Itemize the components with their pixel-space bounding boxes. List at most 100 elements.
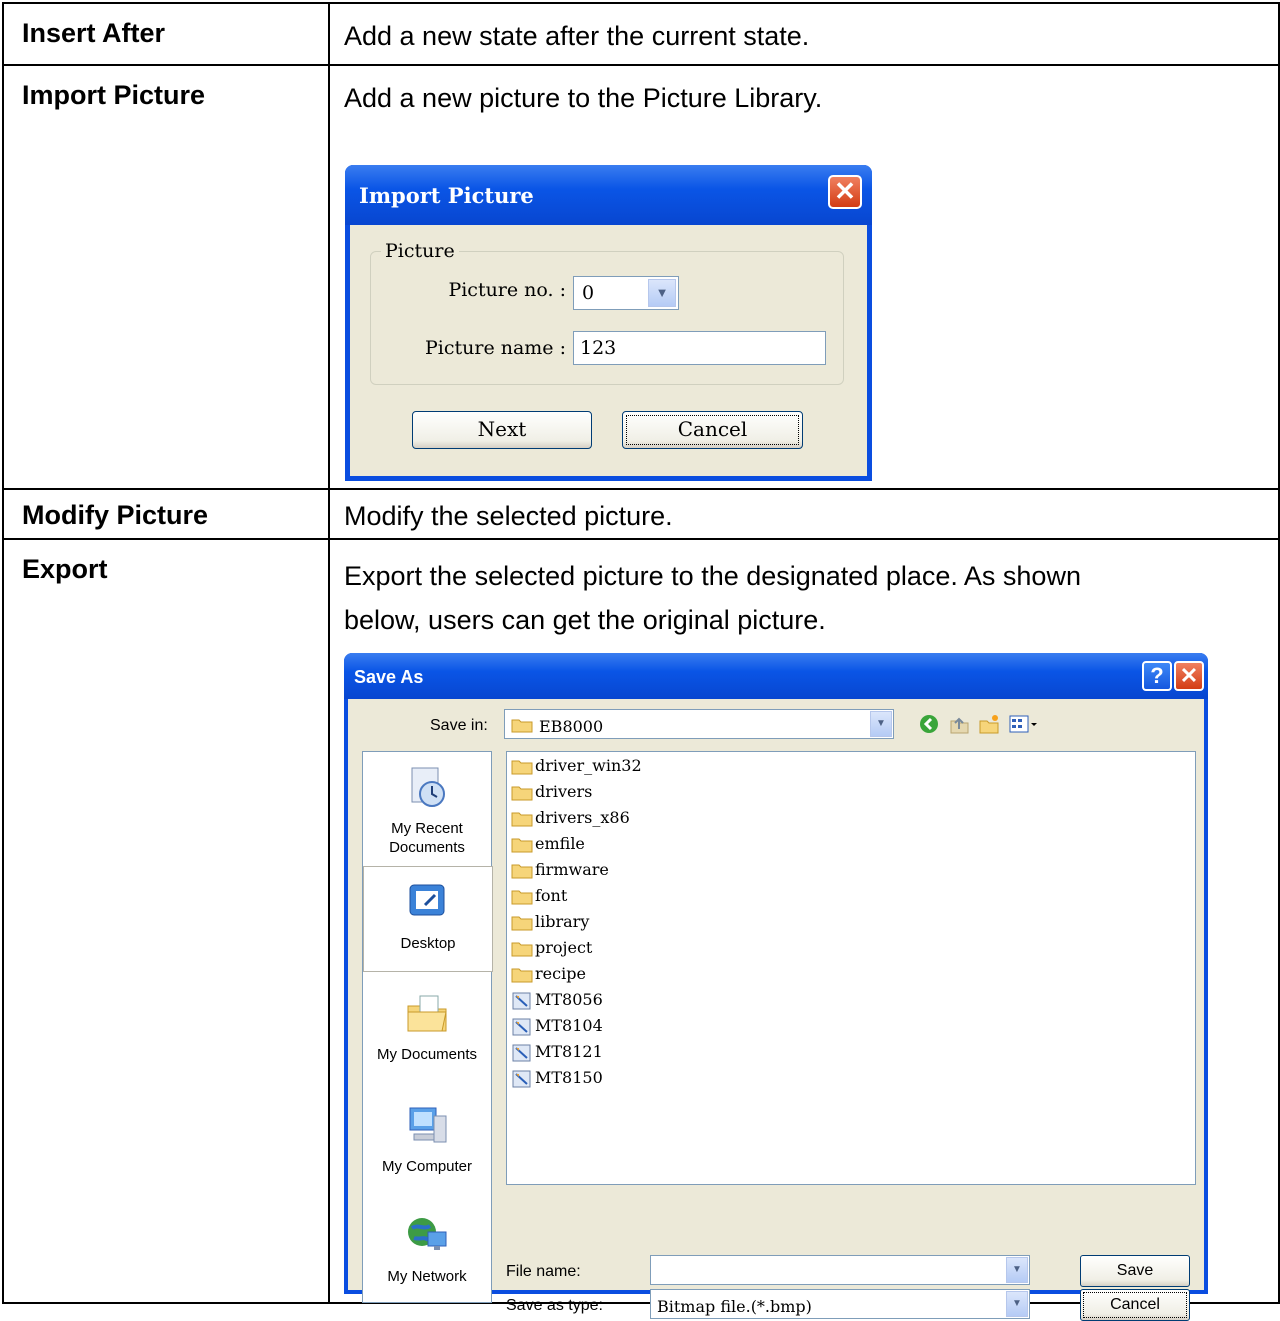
file-icon — [512, 1070, 531, 1087]
list-item[interactable]: recipe — [511, 962, 586, 988]
folder-icon — [511, 719, 533, 733]
list-item[interactable]: MT8121 — [511, 1040, 603, 1066]
close-icon[interactable]: ✕ — [1174, 661, 1204, 691]
file-icon — [512, 1044, 531, 1061]
file-name-text: firmware — [535, 860, 609, 879]
my-computer-icon — [409, 1107, 447, 1143]
desc-cell: Modify the selected picture. — [328, 488, 1280, 540]
file-name-label: File name: — [506, 1263, 581, 1280]
folder-icon — [511, 864, 533, 878]
file-list[interactable]: driver_win32drivers drivers_x86emfile firm… — [506, 751, 1196, 1185]
chevron-down-icon[interactable]: ▼ — [648, 279, 676, 307]
next-button[interactable]: Next — [412, 411, 592, 449]
folder-icon — [511, 890, 533, 904]
file-icon — [512, 1018, 531, 1035]
desktop-icon — [409, 884, 445, 916]
desc-text: Modify the selected picture. — [344, 501, 673, 531]
save-in-value: EB8000 — [539, 717, 604, 736]
place-label: Desktop — [400, 935, 456, 952]
list-item[interactable]: MT8150 — [511, 1066, 603, 1092]
table-row: Insert After Add a new state after the c… — [2, 2, 1280, 66]
folder-icon — [511, 942, 533, 956]
folder-icon — [511, 838, 533, 852]
place-my-documents[interactable]: My Documents — [363, 978, 491, 1082]
folder-icon — [511, 968, 533, 982]
new-folder-icon[interactable] — [978, 713, 1000, 735]
up-folder-icon[interactable] — [948, 713, 970, 735]
folder-icon — [511, 812, 533, 826]
desc-text: Add a new picture to the Picture Library… — [344, 83, 823, 113]
picture-name-value: 123 — [580, 337, 617, 359]
chevron-down-icon[interactable]: ▼ — [1006, 1257, 1028, 1283]
list-item[interactable]: MT8104 — [511, 1014, 603, 1040]
dialog-body: Save in: EB8000 ▼ My Recent Documents De… — [348, 699, 1204, 1321]
save-as-dialog: Save As ? ✕ Save in: EB8000 ▼ My Recent … — [344, 653, 1208, 1321]
list-item[interactable]: project — [511, 936, 592, 962]
file-name-text: project — [535, 938, 593, 957]
my-network-icon — [408, 1218, 447, 1250]
save-in-label: Save in: — [430, 717, 488, 734]
desc-text: Add a new state after the current state. — [344, 21, 810, 51]
place-label: My Recent Documents — [389, 820, 465, 856]
save-as-type-value: Bitmap file.(*.bmp) — [657, 1297, 812, 1316]
place-label: My Computer — [381, 1158, 473, 1175]
file-name-text: driver_win32 — [535, 756, 642, 775]
picture-no-label: Picture no. : — [448, 279, 566, 301]
places-bar: My Recent Documents Desktop My Documents… — [362, 751, 493, 1304]
dialog-title: Import Picture — [359, 183, 534, 208]
help-icon[interactable]: ? — [1142, 661, 1172, 691]
file-name-text: MT8150 — [535, 1068, 603, 1087]
file-name-text: MT8121 — [535, 1042, 603, 1061]
term-cell: Import Picture — [2, 64, 330, 490]
file-name-text: library — [535, 912, 590, 931]
my-documents-icon — [407, 995, 447, 1032]
save-as-type-select[interactable]: Bitmap file.(*.bmp) ▼ — [650, 1289, 1030, 1319]
group-label: Picture — [381, 240, 459, 262]
save-as-type-label: Save as type: — [506, 1297, 603, 1314]
save-button[interactable]: Save — [1080, 1255, 1190, 1287]
file-icon — [512, 992, 531, 1009]
picture-no-select[interactable]: 0 ▼ — [573, 276, 679, 310]
list-item[interactable]: drivers_x86 — [511, 806, 630, 832]
list-item[interactable]: drivers — [511, 780, 592, 806]
place-my-recent-documents[interactable]: My Recent Documents — [363, 752, 491, 856]
dialog-title-bar[interactable]: Save As ? ✕ — [344, 653, 1208, 699]
place-my-computer[interactable]: My Computer — [363, 1090, 491, 1200]
list-item[interactable]: firmware — [511, 858, 609, 884]
recent-documents-icon — [411, 767, 445, 807]
chevron-down-icon[interactable]: ▼ — [870, 711, 892, 737]
dialog-title-bar[interactable]: Import Picture ✕ — [345, 165, 872, 225]
back-icon[interactable] — [918, 713, 940, 735]
desc-text: below, users can get the original pictur… — [344, 605, 826, 635]
desc-text: Export the selected picture to the desig… — [344, 561, 1081, 591]
file-name-field[interactable]: ▼ — [650, 1255, 1030, 1285]
picture-no-value: 0 — [582, 282, 595, 304]
place-desktop[interactable]: Desktop — [363, 866, 493, 972]
folder-icon — [511, 760, 533, 774]
save-in-select[interactable]: EB8000 ▼ — [504, 709, 894, 739]
chevron-down-icon[interactable]: ▼ — [1006, 1291, 1028, 1317]
picture-name-label: Picture name : — [424, 337, 566, 359]
file-name-text: drivers_x86 — [535, 808, 630, 827]
list-item[interactable]: library — [511, 910, 589, 936]
list-item[interactable]: MT8056 — [511, 988, 603, 1014]
place-label: My Documents — [376, 1046, 478, 1063]
folder-icon — [511, 786, 533, 800]
term-cell: Insert After — [2, 2, 330, 66]
list-item[interactable]: emfile — [511, 832, 585, 858]
file-name-text: MT8056 — [535, 990, 603, 1009]
cancel-button[interactable]: Cancel — [622, 411, 803, 449]
views-menu-icon[interactable] — [1008, 713, 1038, 735]
table-row: Modify Picture Modify the selected pictu… — [2, 488, 1280, 540]
place-my-network[interactable]: My Network — [363, 1200, 491, 1304]
picture-name-field[interactable]: 123 — [573, 331, 826, 365]
dialog-title: Save As — [354, 667, 424, 687]
list-item[interactable]: font — [511, 884, 567, 910]
file-name-text: emfile — [535, 834, 585, 853]
cancel-button[interactable]: Cancel — [1080, 1289, 1190, 1321]
desc-cell: Add a new state after the current state. — [328, 2, 1280, 66]
folder-icon — [511, 916, 533, 930]
close-icon[interactable]: ✕ — [828, 175, 862, 209]
list-item[interactable]: driver_win32 — [511, 754, 642, 780]
term-cell: Modify Picture — [2, 488, 330, 540]
